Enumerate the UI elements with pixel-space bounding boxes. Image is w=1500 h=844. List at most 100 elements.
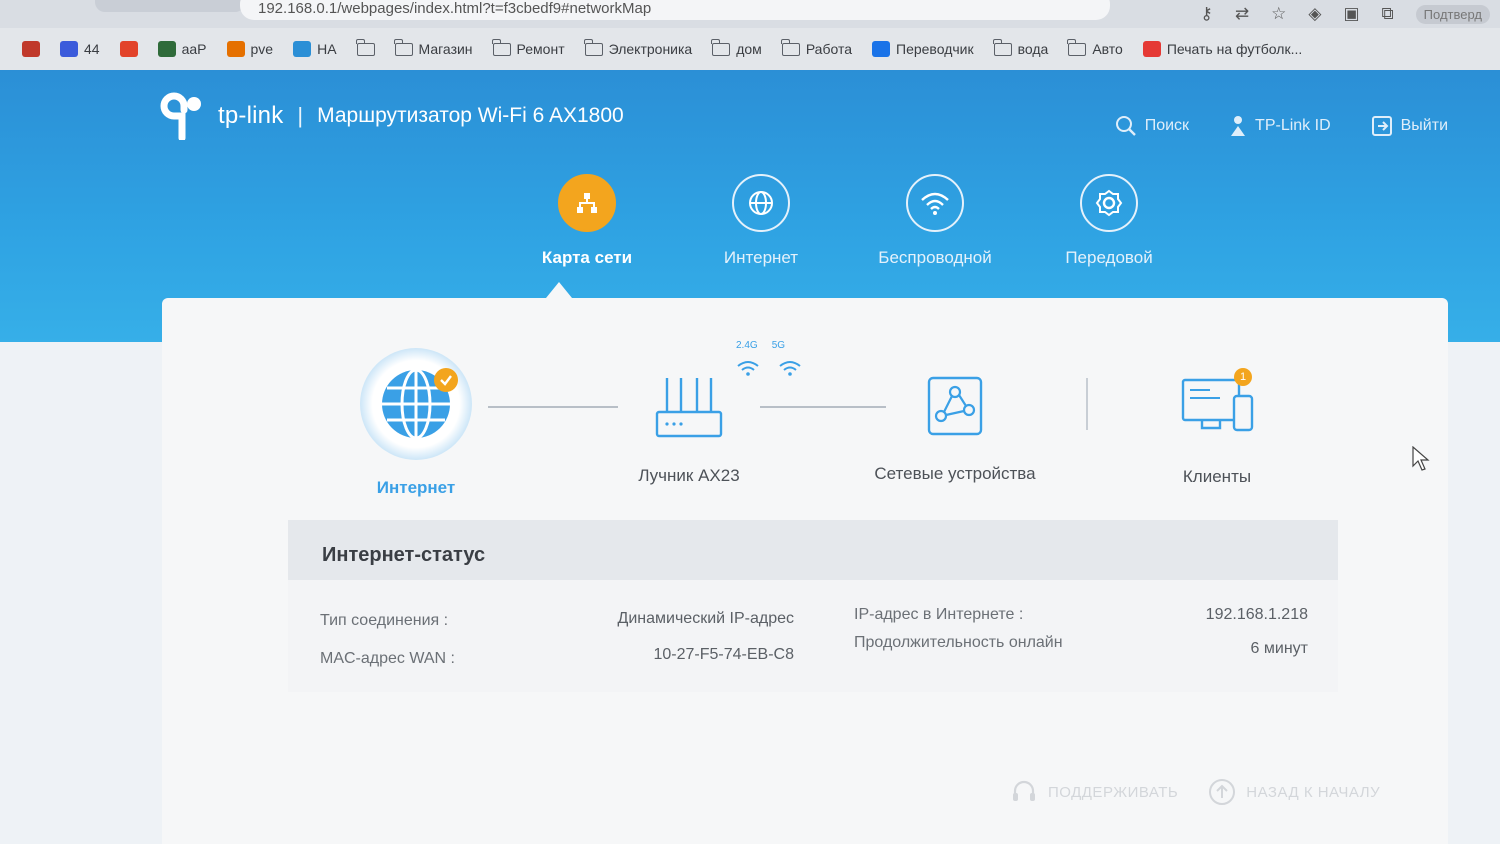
brand-separator: |	[297, 103, 304, 128]
folder-icon	[711, 38, 731, 56]
status-title: Интернет-статус	[288, 520, 1338, 580]
logout-icon	[1371, 116, 1392, 136]
topology-clients-node[interactable]: 1 Клиенты	[1162, 368, 1272, 487]
internet-node-label: Интернет	[376, 478, 456, 497]
link-router-devices	[760, 406, 886, 408]
topology-internet-node[interactable]: Интернет	[360, 348, 472, 498]
folder-icon	[355, 38, 375, 56]
mac-address-label: MAC-адрес WAN :	[320, 650, 455, 667]
wifi-bands-icon	[737, 361, 801, 376]
bookmark-item[interactable]: Переводчик	[872, 41, 974, 57]
content-card: Интернет 2.4G 5G Лучник AX23 Сетевые уст…	[162, 298, 1448, 844]
tab-network-map[interactable]: Карта сети	[500, 174, 674, 268]
key-icon[interactable]: ⚷	[1200, 4, 1212, 24]
browser-toolbar-icons: ⚷ ⇄ ☆ ◈ ▣ ⧉ Подтверд	[1200, 0, 1500, 28]
bookmark-label: aaP	[181, 41, 207, 57]
tab-label: Карта сети	[541, 248, 633, 267]
clients-icon-wrap: 1	[1180, 368, 1254, 441]
bookmark-item[interactable]: Печать на футболк...	[1142, 41, 1303, 57]
star-icon[interactable]: ☆	[1271, 4, 1286, 24]
band-24-label: 2.4G	[736, 340, 758, 351]
user-icon	[1231, 116, 1246, 136]
browser-tab[interactable]	[95, 0, 245, 12]
uptime-value: 6 минут	[1250, 640, 1308, 657]
router-node-label: Лучник AX23	[638, 466, 740, 485]
bookmark-item[interactable]: Ремонт	[491, 38, 565, 57]
bookmark-label: Работа	[805, 41, 853, 57]
search-label: Поиск	[1144, 117, 1190, 134]
bookmark-label: HA	[317, 41, 337, 57]
s-icon	[1142, 41, 1161, 57]
folder-icon	[1067, 38, 1087, 56]
wifi-icon	[906, 174, 964, 232]
app-icon	[60, 41, 78, 57]
save-icon[interactable]: ▣	[1343, 4, 1359, 24]
puzzle-icon[interactable]: ⧉	[1382, 4, 1394, 24]
page-footer: ПОДДЕРЖИВАТЬ НАЗАД К НАЧАЛУ	[1010, 778, 1380, 806]
connected-check-icon	[434, 368, 458, 392]
arrow-up-icon	[1209, 779, 1236, 805]
link-internet-router	[488, 406, 618, 408]
bookmark-label: Печать на футболк...	[1166, 41, 1303, 57]
uptime-label: Продолжительность онлайн	[854, 634, 1063, 651]
profile-button[interactable]: Подтверд	[1415, 4, 1490, 24]
bookmark-label: pve	[250, 41, 274, 57]
main-navigation: Карта сети Интернет Беспроводной Передов…	[500, 174, 1196, 268]
bookmark-item[interactable]: дом	[711, 38, 762, 57]
home-assistant-icon	[293, 41, 312, 57]
bookmark-item[interactable]: HA	[293, 41, 337, 57]
tab-label: Беспроводной	[878, 248, 992, 267]
browser-address-bar: 192.168.0.1/webpages/index.html?t=f3cbed…	[0, 0, 1500, 28]
folder-icon	[780, 38, 800, 56]
band-labels: 2.4G 5G	[736, 340, 785, 351]
bookmark-label: вода	[1017, 41, 1049, 57]
bookmark-item[interactable]	[119, 41, 138, 57]
tplink-id-button[interactable]: TP-Link ID	[1229, 114, 1331, 138]
network-devices-icon	[927, 376, 983, 436]
bookmark-label: Ремонт	[516, 41, 565, 57]
topology-network-devices-node[interactable]: Сетевые устройства	[870, 374, 1040, 484]
tp-link-logo-icon	[160, 92, 208, 142]
brand-logo: tp-link | Маршрутизатор Wi-Fi 6 AX1800	[160, 92, 624, 142]
tab-internet[interactable]: Интернет	[674, 174, 848, 268]
proxmox-icon	[226, 41, 245, 57]
tab-label: Интернет	[723, 248, 799, 267]
tab-advanced[interactable]: Передовой	[1022, 174, 1196, 268]
url-field[interactable]: 192.168.0.1/webpages/index.html?t=f3cbed…	[240, 0, 1110, 20]
extension-icon[interactable]: ◈	[1308, 4, 1321, 24]
bookmark-label: 44	[84, 41, 100, 57]
clients-count-badge: 1	[1234, 368, 1252, 386]
bookmarks-bar: 44 aaP pve HA Магазин Ремонт Электроника дом Раб…	[0, 28, 1500, 70]
translate-page-icon[interactable]: ⇄	[1235, 4, 1249, 24]
aa-icon	[157, 41, 176, 57]
band-5-label: 5G	[771, 340, 786, 351]
bookmark-item[interactable]	[22, 41, 40, 57]
gear-icon	[1080, 174, 1138, 232]
network-map-icon	[558, 174, 616, 232]
bookmark-label: Электроника	[608, 41, 693, 57]
tab-label: Передовой	[1065, 248, 1153, 267]
logout-label: Выйти	[1400, 117, 1448, 134]
bookmark-item[interactable]	[355, 38, 375, 56]
tab-wireless[interactable]: Беспроводной	[848, 174, 1022, 268]
internet-ip-label: IP-адрес в Интернете :	[854, 606, 1024, 623]
bookmark-item[interactable]: pve	[226, 41, 274, 57]
logout-button[interactable]: Выйти	[1371, 114, 1448, 138]
bookmark-item[interactable]: Авто	[1067, 38, 1123, 57]
bookmark-item[interactable]: aaP	[157, 41, 207, 57]
mouse-cursor-icon	[1412, 446, 1430, 471]
bookmark-item[interactable]: Работа	[780, 38, 853, 57]
topology-router-node[interactable]: Лучник AX23	[634, 374, 744, 486]
bookmark-item[interactable]: 44	[60, 41, 100, 57]
bookmark-item[interactable]: Электроника	[583, 38, 693, 57]
folder-icon	[393, 38, 413, 56]
back-to-top-link[interactable]: НАЗАД К НАЧАЛУ	[1208, 778, 1380, 806]
internet-globe	[360, 348, 472, 460]
router-icon	[655, 378, 723, 438]
support-link[interactable]: ПОДДЕРЖИВАТЬ	[1010, 778, 1178, 806]
search-button[interactable]: Поиск	[1115, 114, 1189, 138]
bookmark-item[interactable]: Магазин	[393, 38, 473, 57]
network-devices-label: Сетевые устройства	[874, 464, 1036, 483]
bookmark-item[interactable]: вода	[992, 38, 1049, 57]
divider	[1086, 378, 1088, 430]
